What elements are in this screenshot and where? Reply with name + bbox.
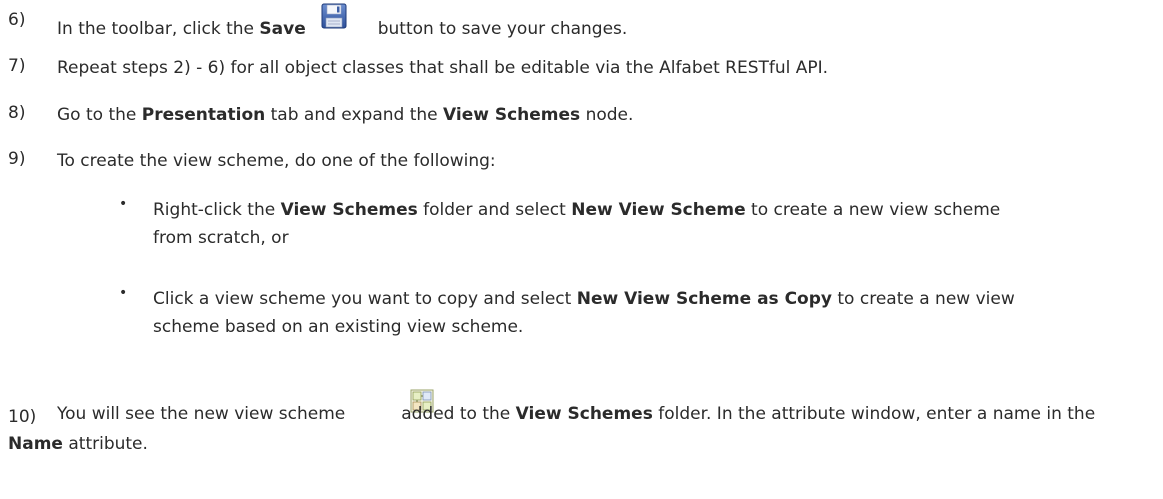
step-text: In the toolbar, click the Save button to… xyxy=(57,2,627,42)
step-text: Repeat steps 2) - 6) for all object clas… xyxy=(57,58,829,78)
bullet-text: Right-click the View Schemes folder and … xyxy=(153,200,1001,248)
step-text: You will see the new view scheme added t… xyxy=(8,389,1098,459)
bullet-symbol: • xyxy=(119,196,128,212)
bullet-text: Click a view scheme you want to copy and… xyxy=(153,289,1015,337)
bullet-symbol: • xyxy=(119,285,128,301)
step-number: 9) xyxy=(8,149,26,169)
step-text: To create the view scheme, do one of the… xyxy=(57,151,496,171)
step-number: 7) xyxy=(8,56,26,76)
floppy-disk-save-icon xyxy=(320,2,348,30)
step-number: 6) xyxy=(8,10,26,30)
view-scheme-icon xyxy=(361,389,434,413)
step-number: 8) xyxy=(8,103,26,123)
step-text: Go to the Presentation tab and expand th… xyxy=(57,105,634,125)
